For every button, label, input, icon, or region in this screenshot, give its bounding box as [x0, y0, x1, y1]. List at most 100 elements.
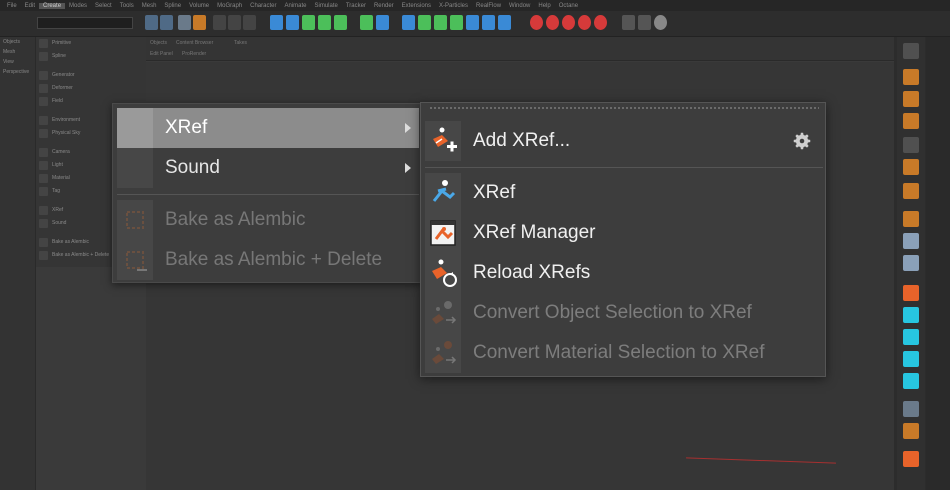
menu-help[interactable]: Help — [534, 3, 554, 9]
redo-icon[interactable] — [160, 15, 173, 30]
menu-select[interactable]: Select — [91, 3, 116, 9]
create-generator[interactable]: Generator — [36, 69, 146, 82]
axis-icon[interactable] — [402, 15, 415, 30]
xref-icon — [425, 173, 461, 213]
menu-mograph[interactable]: MoGraph — [213, 3, 246, 9]
create-spline[interactable]: Spline — [36, 50, 146, 63]
xref-manager-icon — [425, 213, 461, 253]
menu-mesh[interactable]: Mesh — [138, 3, 161, 9]
right-toolbar-column — [897, 37, 925, 490]
menu-item-reload-xrefs[interactable]: Reload XRefs — [425, 253, 823, 293]
menu-simulate[interactable]: Simulate — [311, 3, 342, 9]
left-panel-mesh-label: Mesh — [3, 49, 16, 55]
tab-objects[interactable]: Objects — [150, 40, 167, 46]
tab-takes[interactable]: Takes — [234, 40, 247, 46]
menu-item-bake-alembic[interactable]: Bake as Alembic — [117, 200, 419, 240]
render-settings-icon[interactable] — [243, 15, 256, 30]
right-tool-3-icon[interactable] — [903, 91, 919, 107]
viewport-menu-prorender[interactable]: ProRender — [182, 51, 206, 57]
floor-icon[interactable] — [360, 15, 373, 30]
autokey-icon[interactable] — [562, 15, 575, 30]
right-tool-1-icon[interactable] — [903, 43, 919, 59]
key-rot-icon[interactable] — [594, 15, 607, 30]
record-icon[interactable] — [530, 15, 543, 30]
menu-item-xref-object[interactable]: XRef — [425, 173, 823, 213]
undo-icon[interactable] — [145, 15, 158, 30]
snap-icon[interactable] — [193, 15, 206, 30]
menu-item-bake-alembic-label: Bake as Alembic — [165, 209, 306, 230]
right-tool-5-icon[interactable] — [903, 137, 919, 153]
tear-off-grip[interactable] — [429, 106, 819, 110]
menu-render[interactable]: Render — [370, 3, 398, 9]
menu-x-particles[interactable]: X-Particles — [435, 3, 472, 9]
viewport-menu-panel[interactable]: Panel — [160, 51, 173, 57]
menu-item-xref[interactable]: XRef — [117, 108, 419, 148]
right-tool-8-icon[interactable] — [903, 211, 919, 227]
right-tool-2-icon[interactable] — [903, 69, 919, 85]
right-tool-17-icon[interactable] — [903, 423, 919, 439]
toolbar-search-field[interactable] — [37, 17, 133, 29]
left-panel-perspective-label[interactable]: Perspective — [0, 67, 35, 77]
texture-mode-icon[interactable] — [482, 15, 495, 30]
menu-realflow[interactable]: RealFlow — [472, 3, 505, 9]
menu-animate[interactable]: Animate — [280, 3, 310, 9]
right-tool-9-icon[interactable] — [903, 233, 919, 249]
menu-item-convert-object-selection[interactable]: Convert Object Selection to XRef — [425, 293, 823, 333]
menu-item-xref-manager[interactable]: XRef Manager — [425, 213, 823, 253]
render-picture-icon[interactable] — [228, 15, 241, 30]
keyframe-icon[interactable] — [546, 15, 559, 30]
camera-icon[interactable] — [376, 15, 389, 30]
menu-edit[interactable]: Edit — [21, 3, 39, 9]
rotate-icon[interactable] — [450, 15, 463, 30]
cloner-icon[interactable] — [318, 15, 331, 30]
bend-icon[interactable] — [334, 15, 347, 30]
select-icon[interactable] — [178, 15, 191, 30]
subdivision-icon[interactable] — [302, 15, 315, 30]
viewport-toggle-icon[interactable] — [622, 15, 635, 30]
right-tool-15-icon[interactable] — [903, 373, 919, 389]
gear-icon[interactable] — [791, 130, 813, 152]
octane-icon[interactable] — [654, 15, 667, 30]
right-tool-7-icon[interactable] — [903, 183, 919, 199]
render-view-icon[interactable] — [213, 15, 226, 30]
menu-item-reload-xrefs-label: Reload XRefs — [473, 262, 591, 283]
scale-icon[interactable] — [434, 15, 447, 30]
menu-create[interactable]: Create — [39, 2, 66, 9]
right-tool-12-icon[interactable] — [903, 307, 919, 323]
right-tool-14-icon[interactable] — [903, 351, 919, 367]
right-tool-4-icon[interactable] — [903, 113, 919, 129]
key-pos-icon[interactable] — [578, 15, 591, 30]
cube-icon[interactable] — [270, 15, 283, 30]
create-primitive[interactable]: Primitive — [36, 37, 146, 50]
menu-tracker[interactable]: Tracker — [342, 3, 370, 9]
right-tool-18-icon[interactable] — [903, 451, 919, 467]
menu-tools[interactable]: Tools — [116, 3, 138, 9]
tab-content-browser[interactable]: Content Browser — [176, 40, 213, 46]
menu-window[interactable]: Window — [505, 3, 534, 9]
right-tool-11-icon[interactable] — [903, 285, 919, 301]
right-tool-10-icon[interactable] — [903, 255, 919, 271]
live-viewer-icon[interactable] — [638, 15, 651, 30]
points-mode-icon[interactable] — [498, 15, 511, 30]
model-mode-icon[interactable] — [466, 15, 479, 30]
pen-icon[interactable] — [286, 15, 299, 30]
menu-volume[interactable]: Volume — [185, 3, 213, 9]
menu-octane[interactable]: Octane — [555, 3, 582, 9]
menu-item-bake-alembic-delete[interactable]: Bake as Alembic + Delete — [117, 240, 419, 280]
menu-file[interactable]: File — [3, 3, 21, 9]
left-panel-view-label[interactable]: View — [0, 57, 35, 67]
menu-spline[interactable]: Spline — [160, 3, 185, 9]
create-deformer[interactable]: Deformer — [36, 82, 146, 95]
viewport-menu-edit[interactable]: Edit — [150, 51, 159, 57]
move-icon[interactable] — [418, 15, 431, 30]
right-tool-6-icon[interactable] — [903, 159, 919, 175]
menu-item-convert-material-selection[interactable]: Convert Material Selection to XRef — [425, 333, 823, 373]
menu-extensions[interactable]: Extensions — [398, 3, 435, 9]
menu-item-sound[interactable]: Sound — [117, 148, 419, 188]
menu-item-add-xref[interactable]: Add XRef... — [425, 121, 823, 161]
menu-character[interactable]: Character — [246, 3, 280, 9]
menu-modes[interactable]: Modes — [65, 3, 91, 9]
right-tool-16-icon[interactable] — [903, 401, 919, 417]
menu-item-add-xref-label: Add XRef... — [473, 130, 571, 151]
right-tool-13-icon[interactable] — [903, 329, 919, 345]
